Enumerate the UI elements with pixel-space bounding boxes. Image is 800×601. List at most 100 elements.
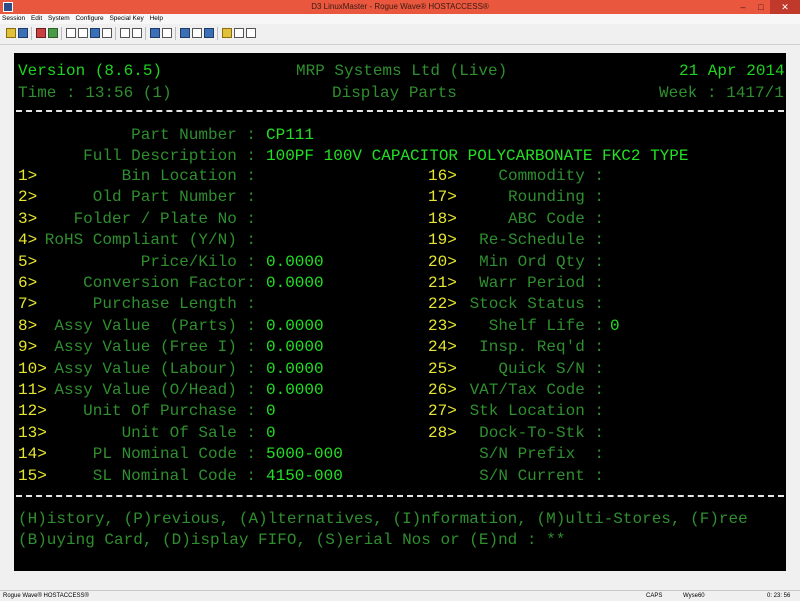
cut-icon[interactable] <box>66 28 76 38</box>
menu-edit[interactable]: Edit <box>29 14 44 24</box>
copy-icon[interactable] <box>78 28 88 38</box>
field-label: Assy Value (Labour) : <box>54 359 256 378</box>
window-title-bar[interactable]: D3 LinuxMaster - Rogue Wave® HOSTACCESS®… <box>0 0 800 14</box>
field-label: Old Part Number : <box>92 188 256 207</box>
part-number-value: CP111 <box>266 126 315 144</box>
field-label: PL Nominal Code : <box>92 445 256 464</box>
field-number: 18> <box>428 209 457 228</box>
field-number: 13> <box>18 423 47 442</box>
field-label: RoHS Compliant (Y/N) : <box>44 231 256 250</box>
date-text: 21 Apr 2014 <box>679 62 785 80</box>
menu-session[interactable]: Session <box>0 14 27 24</box>
field-number: 14> <box>18 445 47 464</box>
field-label: Insp. Req'd : <box>479 338 604 357</box>
capture-icon[interactable] <box>150 28 160 38</box>
print-screen-icon[interactable] <box>132 28 142 38</box>
field-number: 21> <box>428 274 457 292</box>
menu-bar: Session Edit System Configure Special Ke… <box>0 14 800 24</box>
field-label: Warr Period : <box>479 274 604 292</box>
help-icon[interactable] <box>246 28 256 38</box>
close-button[interactable]: ✕ <box>770 0 800 14</box>
field-number: 12> <box>18 402 47 421</box>
field-value: 0 <box>610 316 620 335</box>
toolbar-separator <box>61 27 62 40</box>
company-name: MRP Systems Ltd (Live) <box>296 62 508 80</box>
toolbar-separator <box>217 27 218 40</box>
screen-title: Display Parts <box>332 84 457 102</box>
open-session-icon[interactable] <box>6 28 16 38</box>
settings-icon[interactable] <box>204 28 214 38</box>
field-number: 10> <box>18 359 47 378</box>
menu-special-key[interactable]: Special Key <box>107 14 145 24</box>
field-value: 0 <box>266 423 276 442</box>
field-number: 2> <box>18 188 38 207</box>
field-label: Unit Of Sale : <box>121 423 256 442</box>
display-icon[interactable] <box>192 28 202 38</box>
field-number: 25> <box>428 359 457 378</box>
field-number: 24> <box>428 338 457 357</box>
field-label: Conversion Factor: <box>83 274 256 292</box>
field-label: Min Ord Qty : <box>479 252 604 271</box>
connect-icon[interactable] <box>36 28 46 38</box>
field-number: 26> <box>428 381 457 399</box>
field-number: 16> <box>428 167 457 185</box>
field-value: 0.0000 <box>266 338 324 357</box>
field-value: 0.0000 <box>266 252 324 271</box>
field-label: Unit Of Purchase : <box>83 402 256 421</box>
field-value: 0.0000 <box>266 381 324 399</box>
command-prompt-line-1: (H)istory, (P)revious, (A)lternatives, (… <box>18 510 748 528</box>
toolbar-separator <box>145 27 146 40</box>
menu-help[interactable]: Help <box>148 14 165 24</box>
select-all-icon[interactable] <box>102 28 112 38</box>
window-title: D3 LinuxMaster - Rogue Wave® HOSTACCESS® <box>311 2 489 11</box>
field-value: 0.0000 <box>266 359 324 378</box>
paste-icon[interactable] <box>90 28 100 38</box>
field-number: 5> <box>18 252 38 271</box>
status-bar: Rogue Wave® HOSTACCESS® CAPS Wyse60 0: 2… <box>0 590 800 601</box>
save-session-icon[interactable] <box>18 28 28 38</box>
field-number: 23> <box>428 316 457 335</box>
field-value: 0.0000 <box>266 274 324 292</box>
command-prompt-line-2[interactable]: (B)uying Card, (D)isplay FIFO, (S)erial … <box>18 530 565 551</box>
toolbar-separator <box>175 27 176 40</box>
field-number: 1> <box>18 167 38 185</box>
field-value: 5000-000 <box>266 445 343 464</box>
field-number: 28> <box>428 423 457 442</box>
field-label: Re-Schedule : <box>479 231 604 250</box>
disconnect-icon[interactable] <box>48 28 58 38</box>
menu-system[interactable]: System <box>46 14 72 24</box>
field-label: Folder / Plate No : <box>73 209 256 228</box>
field-label: Purchase Length : <box>92 295 256 314</box>
field-number: 3> <box>18 209 38 228</box>
field-label: Assy Value (Free I) : <box>54 338 256 357</box>
field-number: 20> <box>428 252 457 271</box>
print-icon[interactable] <box>120 28 130 38</box>
field-label: Rounding : <box>507 188 604 207</box>
full-description-label: Full Description : <box>83 147 256 165</box>
field-number: 17> <box>428 188 457 207</box>
keyboard-icon[interactable] <box>180 28 190 38</box>
field-label: VAT/Tax Code : <box>469 381 604 399</box>
field-label: Assy Value (Parts) : <box>54 316 256 335</box>
maximize-button[interactable]: □ <box>752 0 770 14</box>
record-icon[interactable] <box>162 28 172 38</box>
transfer-icon[interactable] <box>234 28 244 38</box>
macro-icon[interactable] <box>222 28 232 38</box>
toolbar-separator <box>31 27 32 40</box>
field-label: Stk Location : <box>469 402 604 421</box>
field-value: 0.0000 <box>266 316 324 335</box>
field-label: Assy Value (O/Head) : <box>54 381 256 399</box>
field-label: Bin Location : <box>121 167 256 185</box>
field-number: 11> <box>18 381 47 399</box>
field-number: 6> <box>18 274 38 292</box>
terminal-screen[interactable]: Version (8.6.5) MRP Systems Ltd (Live) 2… <box>14 53 786 571</box>
field-number: 9> <box>18 338 38 357</box>
field-number: 22> <box>428 295 457 314</box>
menu-configure[interactable]: Configure <box>73 14 105 24</box>
field-label: Quick S/N : <box>498 359 604 378</box>
field-value: 4150-000 <box>266 466 343 485</box>
minimize-button[interactable]: – <box>734 0 752 14</box>
field-label: Dock-To-Stk : <box>479 423 604 442</box>
field-label: S/N Prefix : <box>479 445 604 464</box>
field-number: 15> <box>18 466 47 485</box>
